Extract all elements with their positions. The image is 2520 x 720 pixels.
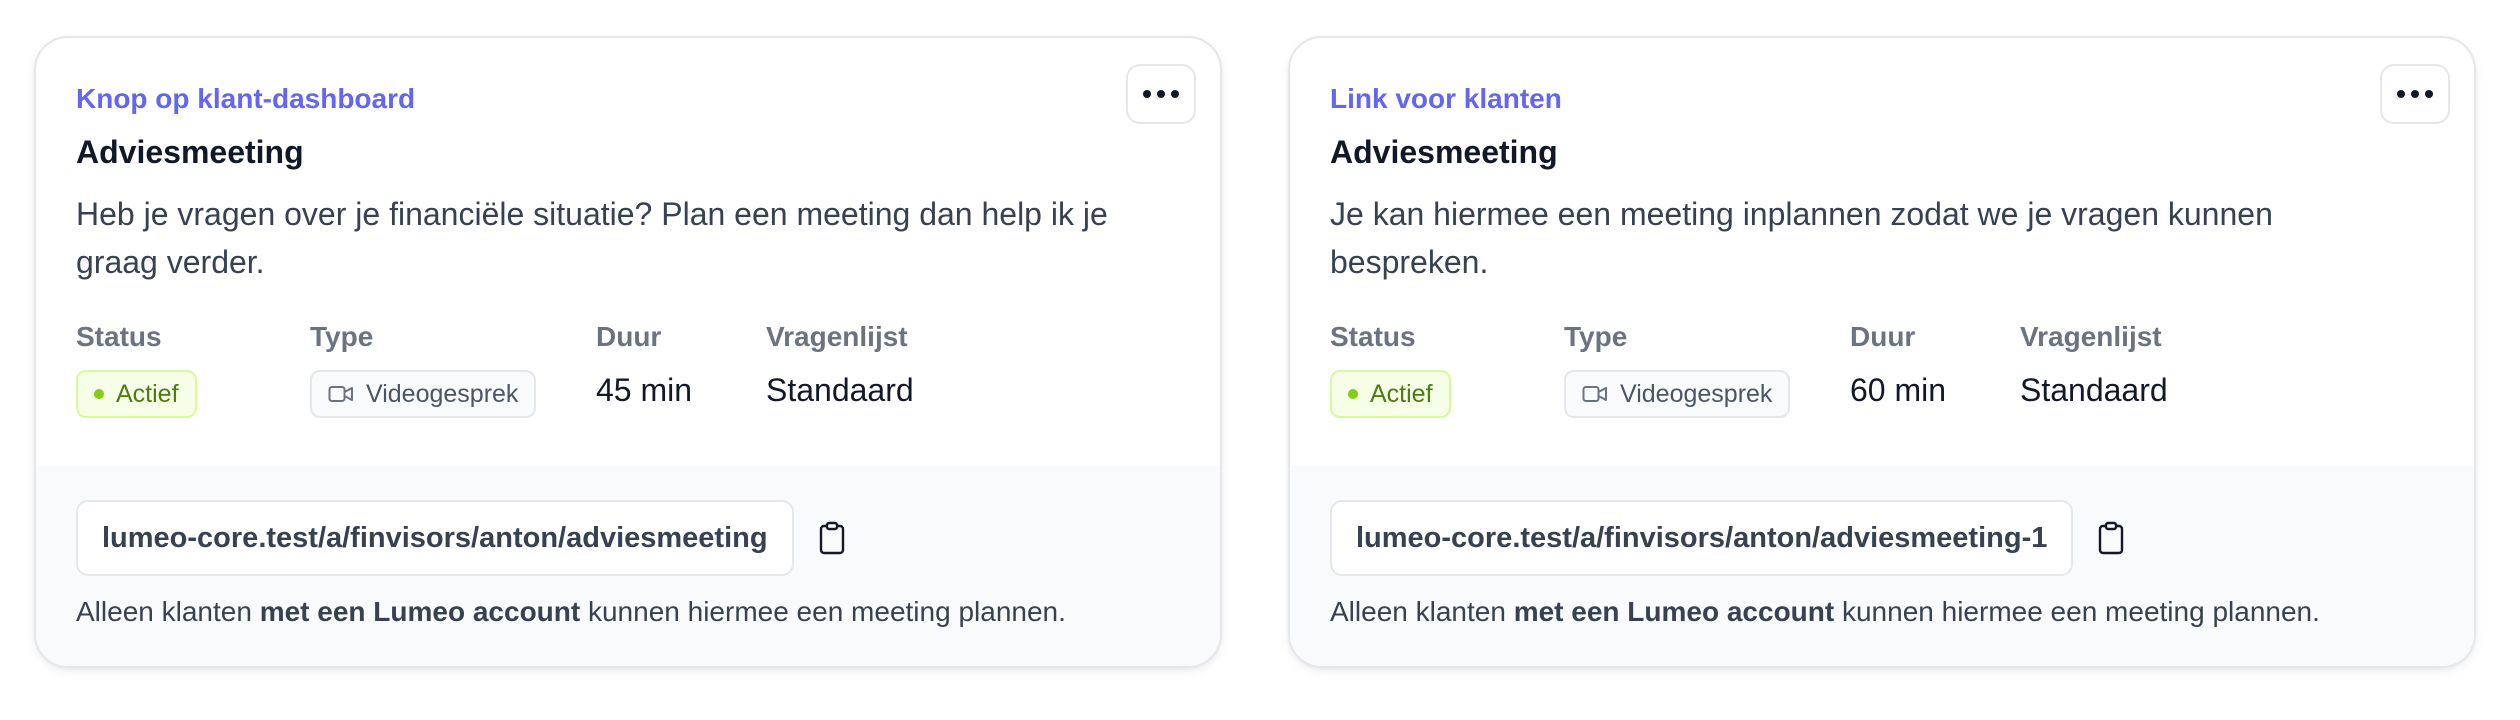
type-column: Type Videogesprek [310, 320, 537, 418]
more-horizontal-icon [2397, 90, 2405, 98]
meeting-link-cards: Knop op klant-dashboard Adviesmeeting He… [0, 0, 2520, 720]
duration-label: Duur [1850, 321, 1916, 352]
duration-column: Duur 45 min [596, 320, 692, 410]
video-camera-icon [328, 386, 353, 402]
questionnaire-label: Vragenlijst [2020, 321, 2162, 352]
questionnaire-column: Vragenlijst Standaard [766, 320, 914, 410]
card-header: Link voor klanten Adviesmeeting Je kan h… [1290, 38, 2474, 470]
duration-label: Duur [596, 321, 662, 352]
type-badge: Videogesprek [1564, 370, 1791, 418]
note-bold: met een Lumeo account [259, 596, 581, 627]
type-value: Videogesprek [366, 379, 519, 408]
questionnaire-value: Standaard [2020, 372, 2168, 408]
duration-value: 45 min [596, 372, 693, 408]
questionnaire-column: Vragenlijst Standaard [2020, 320, 2168, 410]
type-label: Type [1564, 321, 1628, 352]
status-label: Status [76, 321, 162, 352]
card-menu-button[interactable] [2380, 64, 2450, 124]
status-dot-icon [94, 389, 104, 399]
meeting-url-field[interactable]: lumeo-core.test/a/finvisors/anton/advies… [76, 500, 794, 576]
card-title: Adviesmeeting [1330, 134, 1558, 170]
more-horizontal-icon [1143, 90, 1151, 98]
status-dot-icon [1348, 389, 1358, 399]
card-header: Knop op klant-dashboard Adviesmeeting He… [36, 38, 1220, 470]
card-menu-button[interactable] [1126, 64, 1196, 124]
card-eyebrow: Link voor klanten [1330, 83, 1562, 114]
url-row: lumeo-core.test/a/finvisors/anton/advies… [1330, 500, 2434, 576]
card-meta: Status Actief Type Videogesprek [1330, 320, 2434, 430]
clipboard-icon [2099, 521, 2124, 555]
card-description: Je kan hiermee een meeting inplannen zod… [1330, 196, 2273, 280]
card-footer: lumeo-core.test/a/finvisors/anton/advies… [1290, 466, 2474, 666]
account-note: Alleen klanten met een Lumeo account kun… [1330, 594, 2434, 630]
duration-column: Duur 60 min [1850, 320, 1946, 410]
type-value: Videogesprek [1620, 379, 1773, 408]
type-column: Type Videogesprek [1564, 320, 1791, 418]
meeting-card-dashboard: Knop op klant-dashboard Adviesmeeting He… [34, 36, 1222, 668]
clipboard-icon [819, 521, 844, 555]
card-description: Heb je vragen over je financiële situati… [76, 196, 1108, 280]
account-note: Alleen klanten met een Lumeo account kun… [76, 594, 1180, 630]
status-column: Status Actief [76, 320, 197, 418]
questionnaire-label: Vragenlijst [766, 321, 908, 352]
status-badge: Actief [76, 370, 197, 418]
duration-value: 60 min [1850, 372, 1947, 408]
card-footer: lumeo-core.test/a/finvisors/anton/advies… [36, 466, 1220, 666]
card-meta: Status Actief Type Videogesprek [76, 320, 1180, 430]
status-value: Actief [116, 379, 179, 408]
meeting-url-field[interactable]: lumeo-core.test/a/finvisors/anton/advies… [1330, 500, 2074, 576]
video-camera-icon [1582, 386, 1607, 402]
status-column: Status Actief [1330, 320, 1451, 418]
card-title: Adviesmeeting [76, 134, 304, 170]
questionnaire-value: Standaard [766, 372, 914, 408]
copy-url-button[interactable] [2093, 518, 2129, 558]
type-label: Type [310, 321, 374, 352]
type-badge: Videogesprek [310, 370, 537, 418]
status-badge: Actief [1330, 370, 1451, 418]
card-eyebrow: Knop op klant-dashboard [76, 83, 416, 114]
note-bold: met een Lumeo account [1513, 596, 1835, 627]
note-prefix: Alleen klanten [76, 596, 260, 627]
note-suffix: kunnen hiermee een meeting plannen. [580, 596, 1066, 627]
note-prefix: Alleen klanten [1330, 596, 1514, 627]
url-row: lumeo-core.test/a/finvisors/anton/advies… [76, 500, 1180, 576]
note-suffix: kunnen hiermee een meeting plannen. [1834, 596, 2320, 627]
status-value: Actief [1370, 379, 1433, 408]
status-label: Status [1330, 321, 1416, 352]
copy-url-button[interactable] [814, 518, 850, 558]
meeting-card-client-link: Link voor klanten Adviesmeeting Je kan h… [1288, 36, 2476, 668]
